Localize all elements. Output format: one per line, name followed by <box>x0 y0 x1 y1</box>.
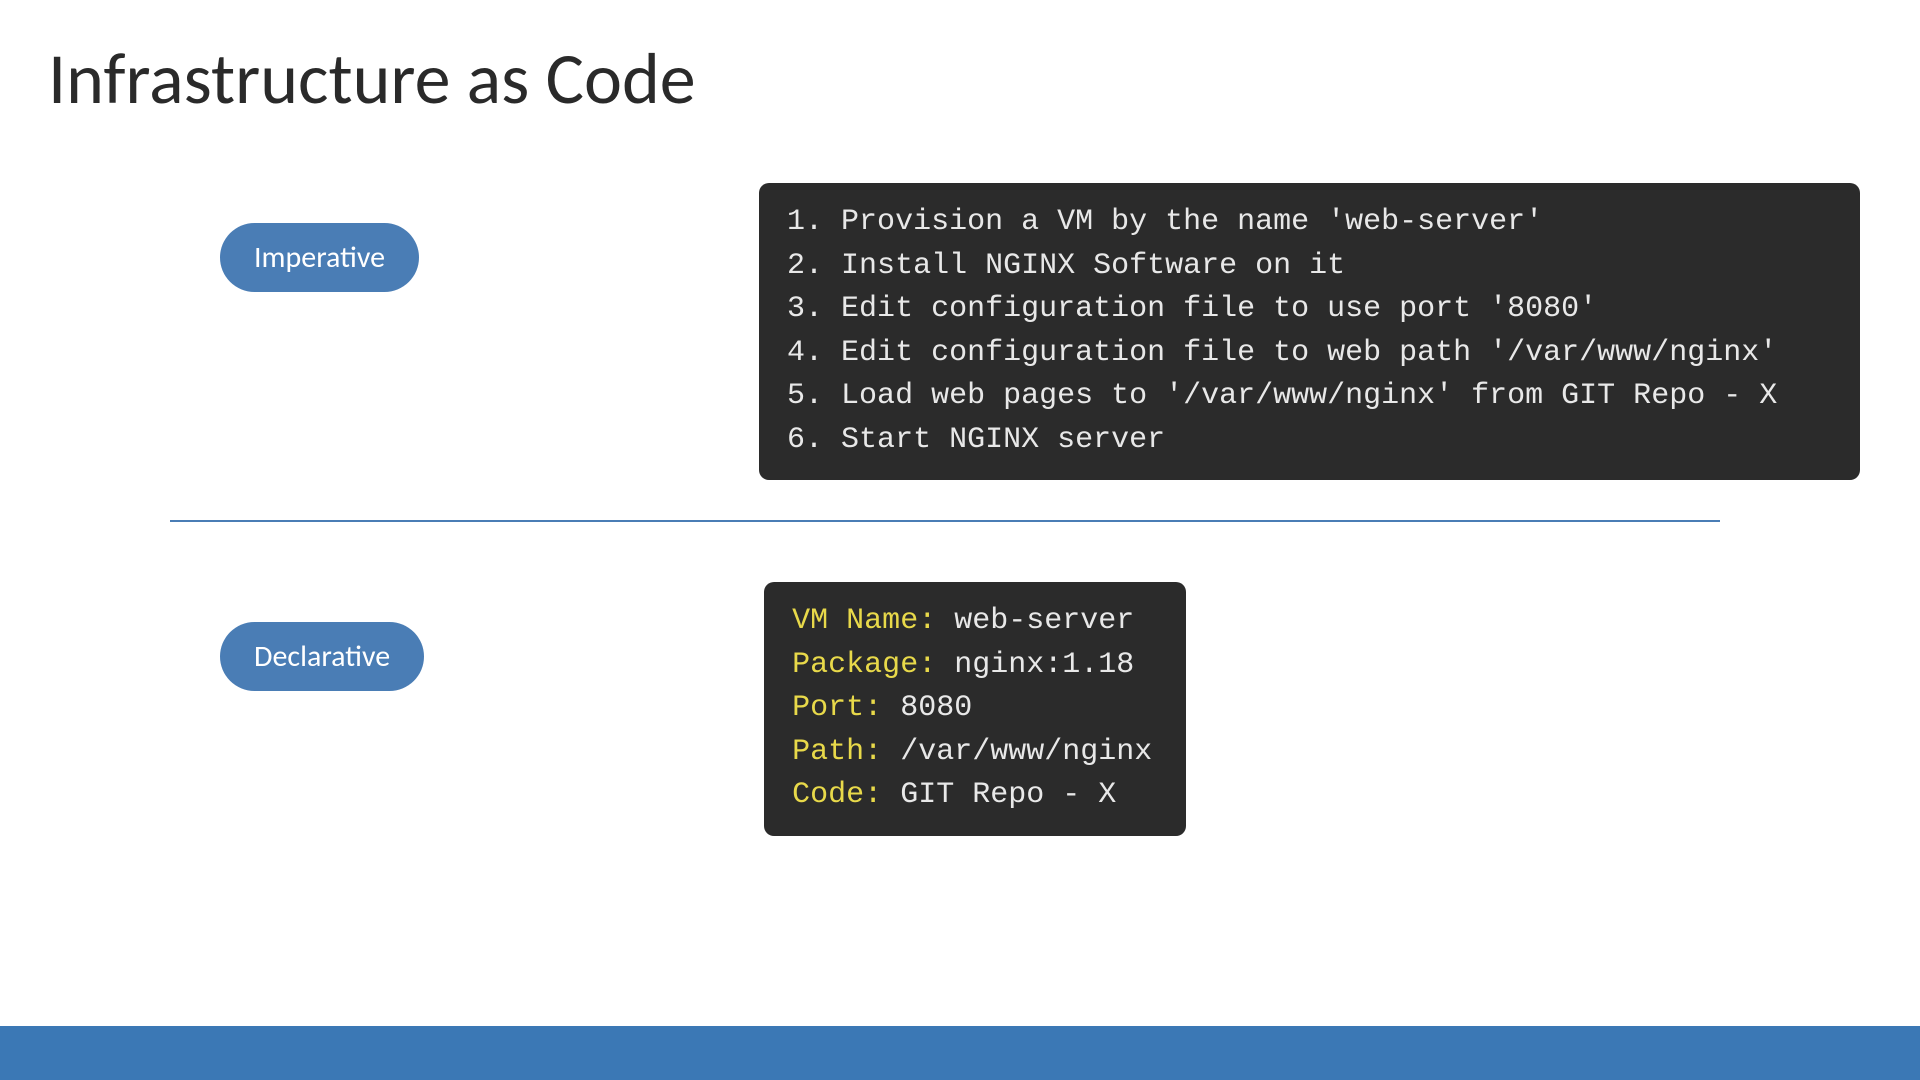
imperative-line: 3. Edit configuration file to use port '… <box>787 288 1832 332</box>
declarative-line: Code: GIT Repo - X <box>792 774 1152 818</box>
kv-val: web-server <box>936 604 1134 638</box>
declarative-line: Path: /var/www/nginx <box>792 731 1152 775</box>
declarative-line: VM Name: web-server <box>792 600 1152 644</box>
declarative-line: Package: nginx:1.18 <box>792 644 1152 688</box>
imperative-line: 4. Edit configuration file to web path '… <box>787 332 1832 376</box>
declarative-line: Port: 8080 <box>792 687 1152 731</box>
kv-val: 8080 <box>882 691 972 725</box>
slide-content: Imperative 1. Provision a VM by the name… <box>0 123 1920 836</box>
kv-key: Path: <box>792 735 882 769</box>
imperative-line: 2. Install NGINX Software on it <box>787 245 1832 289</box>
kv-key: Package: <box>792 648 936 682</box>
imperative-row: Imperative 1. Provision a VM by the name… <box>60 183 1860 480</box>
declarative-row: Declarative VM Name: web-server Package:… <box>60 582 1860 836</box>
kv-val: nginx:1.18 <box>936 648 1134 682</box>
kv-key: VM Name: <box>792 604 936 638</box>
declarative-code-box: VM Name: web-server Package: nginx:1.18 … <box>764 582 1186 836</box>
imperative-line: 1. Provision a VM by the name 'web-serve… <box>787 201 1832 245</box>
kv-val: GIT Repo - X <box>882 778 1116 812</box>
slide-title: Infrastructure as Code <box>0 0 1920 123</box>
kv-key: Port: <box>792 691 882 725</box>
imperative-pill: Imperative <box>220 223 419 292</box>
kv-key: Code: <box>792 778 882 812</box>
imperative-line: 6. Start NGINX server <box>787 419 1832 463</box>
imperative-code-box: 1. Provision a VM by the name 'web-serve… <box>759 183 1860 480</box>
footer-bar <box>0 1026 1920 1080</box>
kv-val: /var/www/nginx <box>882 735 1152 769</box>
section-divider <box>170 520 1720 522</box>
declarative-pill: Declarative <box>220 622 424 691</box>
imperative-line: 5. Load web pages to '/var/www/nginx' fr… <box>787 375 1832 419</box>
